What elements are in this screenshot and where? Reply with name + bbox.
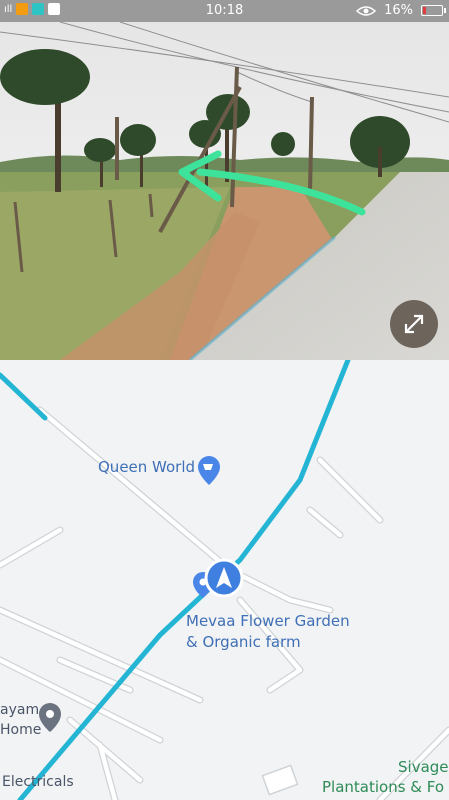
place-label-mevaa-line2[interactable]: & Organic farm (186, 633, 301, 651)
place-label-queen-world[interactable]: Queen World (98, 458, 195, 476)
status-bar: ıll 10:18 16% (0, 0, 449, 22)
street-view-scene (0, 22, 449, 360)
expand-button[interactable] (390, 300, 438, 348)
home-pin-icon[interactable] (39, 703, 61, 732)
queen-world-pin-icon[interactable] (198, 456, 220, 485)
street-view-image[interactable] (0, 22, 449, 360)
place-label-electricals[interactable]: Electricals (2, 774, 74, 790)
place-label-mevaa-line1[interactable]: Mevaa Flower Garden (186, 612, 350, 630)
route-line (0, 360, 351, 800)
expand-icon (404, 314, 424, 334)
status-icons-right: 16% (356, 3, 446, 18)
place-label-home[interactable]: Home (0, 722, 41, 738)
current-location-icon[interactable] (204, 558, 244, 598)
place-label-plantations[interactable]: Plantations & Fo (322, 778, 444, 796)
map-view[interactable]: Queen World Mevaa Flower Garden & Organi… (0, 360, 449, 800)
eye-icon (356, 5, 377, 16)
place-label-ayam[interactable]: ayam (0, 702, 39, 718)
battery-percent: 16% (384, 3, 413, 18)
battery-icon (421, 5, 446, 16)
map-roads (0, 360, 449, 800)
place-label-sivagee[interactable]: Sivagee (398, 758, 449, 776)
